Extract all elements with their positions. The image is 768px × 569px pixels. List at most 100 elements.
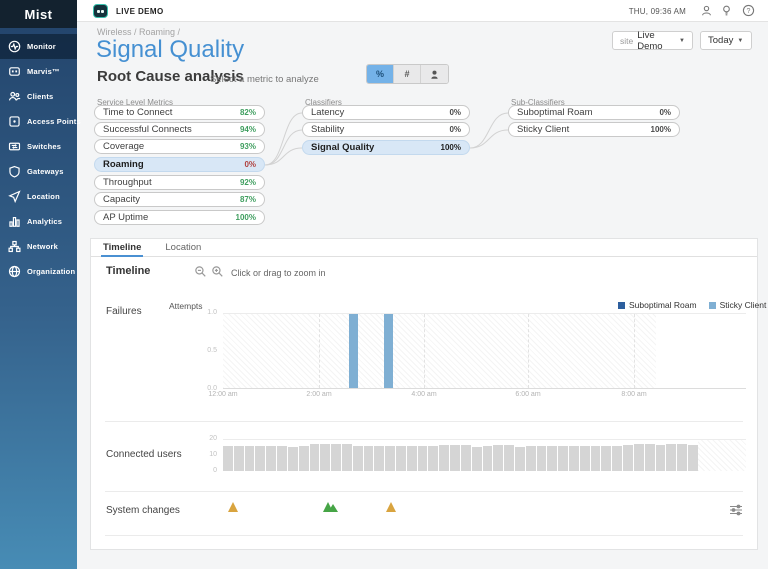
analytics-icon bbox=[8, 215, 21, 228]
date-range-button[interactable]: Today ▼ bbox=[700, 31, 752, 50]
root-cause-analysis-subtitle: Select a metric to analyze bbox=[210, 74, 319, 85]
cu-ytick: 0 bbox=[189, 467, 217, 475]
help-icon[interactable]: ? bbox=[742, 4, 756, 18]
slm-pill-successful-connects[interactable]: Successful Connects94% bbox=[94, 122, 265, 137]
connected-users-bar bbox=[526, 446, 536, 471]
metric-count-button[interactable]: # bbox=[394, 65, 421, 83]
failures-ytick: 1.0 bbox=[189, 309, 217, 317]
connected-users-bar bbox=[591, 446, 601, 471]
sidebar-item-analytics[interactable]: Analytics bbox=[0, 209, 77, 234]
gateways-icon bbox=[8, 165, 21, 178]
connected-users-bar bbox=[234, 446, 244, 471]
connected-users-bar bbox=[634, 444, 644, 471]
connected-users-bar bbox=[342, 444, 352, 471]
topbar: LIVE DEMO THU, 09:36 AM ? bbox=[77, 0, 768, 22]
site-selector-button[interactable]: site Live Demo ▼ bbox=[612, 31, 693, 50]
classifier-pill-latency[interactable]: Latency0% bbox=[302, 105, 470, 120]
warning-triangle[interactable] bbox=[228, 501, 244, 512]
connected-users-bar bbox=[364, 446, 374, 471]
system-changes-row-label: System changes bbox=[106, 505, 180, 516]
connected-users-bar bbox=[374, 446, 384, 471]
marvis-chip-icon[interactable] bbox=[93, 4, 108, 18]
gridline bbox=[319, 314, 320, 388]
connected-users-bar bbox=[623, 445, 633, 471]
classifier-pill-stability[interactable]: Stability0% bbox=[302, 122, 470, 137]
slm-pill-roaming[interactable]: Roaming0% bbox=[94, 157, 265, 172]
mist-logo: Mist bbox=[0, 0, 77, 28]
site-selector-value: Live Demo bbox=[637, 30, 675, 52]
failure-bar bbox=[384, 314, 393, 388]
slm-pill-capacity[interactable]: Capacity87% bbox=[94, 192, 265, 207]
date-range-value: Today bbox=[708, 35, 733, 46]
legend-swatch-sticky-client bbox=[709, 302, 716, 309]
sidebar-item-clients[interactable]: Clients bbox=[0, 84, 77, 109]
slm-pill-time-to-connect[interactable]: Time to Connect82% bbox=[94, 105, 265, 120]
slm-pill-ap-uptime[interactable]: AP Uptime100% bbox=[94, 210, 265, 225]
warning-triangle[interactable] bbox=[386, 501, 402, 512]
failures-chart-plot[interactable] bbox=[223, 313, 746, 389]
user-icon[interactable] bbox=[700, 4, 714, 18]
chevron-down-icon: ▼ bbox=[679, 38, 685, 44]
clients-icon bbox=[8, 90, 21, 103]
xtick: 2:00 am bbox=[306, 391, 331, 398]
connected-users-bar bbox=[656, 445, 666, 471]
connected-users-bar bbox=[558, 446, 568, 471]
cu-ytick: 20 bbox=[189, 435, 217, 443]
subclassifier-pill-sticky-client[interactable]: Sticky Client100% bbox=[508, 122, 680, 137]
connected-users-bars bbox=[223, 440, 698, 471]
chevron-down-icon: ▼ bbox=[737, 38, 743, 44]
connected-users-bar bbox=[677, 444, 687, 471]
zoom-in-icon[interactable] bbox=[211, 265, 224, 278]
zoom-out-icon[interactable] bbox=[194, 265, 207, 278]
connected-users-bar bbox=[385, 446, 395, 471]
double-triangle[interactable] bbox=[323, 501, 339, 512]
subclassifier-pill-suboptimal-roam[interactable]: Suboptimal Roam0% bbox=[508, 105, 680, 120]
failures-no-data-hatch bbox=[223, 314, 656, 388]
connected-users-bar bbox=[277, 446, 287, 471]
connected-users-chart-plot[interactable] bbox=[223, 439, 746, 471]
connected-users-bar bbox=[320, 444, 330, 471]
sidebar-item-organization[interactable]: Organization bbox=[0, 259, 77, 284]
timeline-heading: Timeline bbox=[106, 265, 150, 277]
connected-users-bar bbox=[666, 444, 676, 471]
failures-row-label: Failures bbox=[106, 306, 142, 317]
sidebar-item-location[interactable]: Location bbox=[0, 184, 77, 209]
connected-users-bar bbox=[223, 446, 233, 471]
classifier-pill-signal-quality[interactable]: Signal Quality100% bbox=[302, 140, 470, 155]
slm-pill-coverage[interactable]: Coverage93% bbox=[94, 139, 265, 154]
location-icon bbox=[8, 190, 21, 203]
bulb-icon[interactable] bbox=[720, 4, 734, 18]
filter-settings-icon[interactable] bbox=[729, 503, 743, 515]
connected-users-bar bbox=[504, 445, 514, 471]
chart-legend: Suboptimal Roam Sticky Client bbox=[618, 300, 766, 310]
monitor-icon bbox=[8, 40, 21, 53]
sidebar-item-monitor[interactable]: Monitor bbox=[0, 34, 77, 59]
slm-pill-throughput[interactable]: Throughput92% bbox=[94, 175, 265, 190]
network-icon bbox=[8, 240, 21, 253]
sidebar-item-network[interactable]: Network bbox=[0, 234, 77, 259]
connected-users-bar bbox=[483, 446, 493, 471]
legend-swatch-suboptimal-roam bbox=[618, 302, 625, 309]
svg-text:?: ? bbox=[747, 8, 751, 15]
sidebar-item-gateways[interactable]: Gateways bbox=[0, 159, 77, 184]
metric-percent-button[interactable]: % bbox=[367, 65, 394, 83]
gridline bbox=[634, 314, 635, 388]
connected-users-no-data-hatch bbox=[698, 440, 746, 471]
cu-ytick: 10 bbox=[189, 451, 217, 459]
divider bbox=[105, 535, 743, 536]
sidebar-item-switches[interactable]: Switches bbox=[0, 134, 77, 159]
connected-users-bar bbox=[407, 446, 417, 471]
connected-users-bar bbox=[612, 446, 622, 471]
marvis-icon bbox=[8, 65, 21, 78]
metric-user-button[interactable] bbox=[421, 65, 448, 83]
tab-location[interactable]: Location bbox=[163, 239, 203, 256]
connected-users-bar bbox=[255, 446, 265, 471]
sidebar-item-access-points[interactable]: Access Points bbox=[0, 109, 77, 134]
connected-users-bar bbox=[331, 444, 341, 471]
connected-users-bar bbox=[288, 447, 298, 471]
sidebar-item-marvis[interactable]: Marvis™ bbox=[0, 59, 77, 84]
connected-users-row-label: Connected users bbox=[106, 449, 182, 460]
connected-users-bar bbox=[580, 446, 590, 471]
connected-users-bar bbox=[266, 446, 276, 471]
tab-timeline[interactable]: Timeline bbox=[101, 239, 143, 257]
